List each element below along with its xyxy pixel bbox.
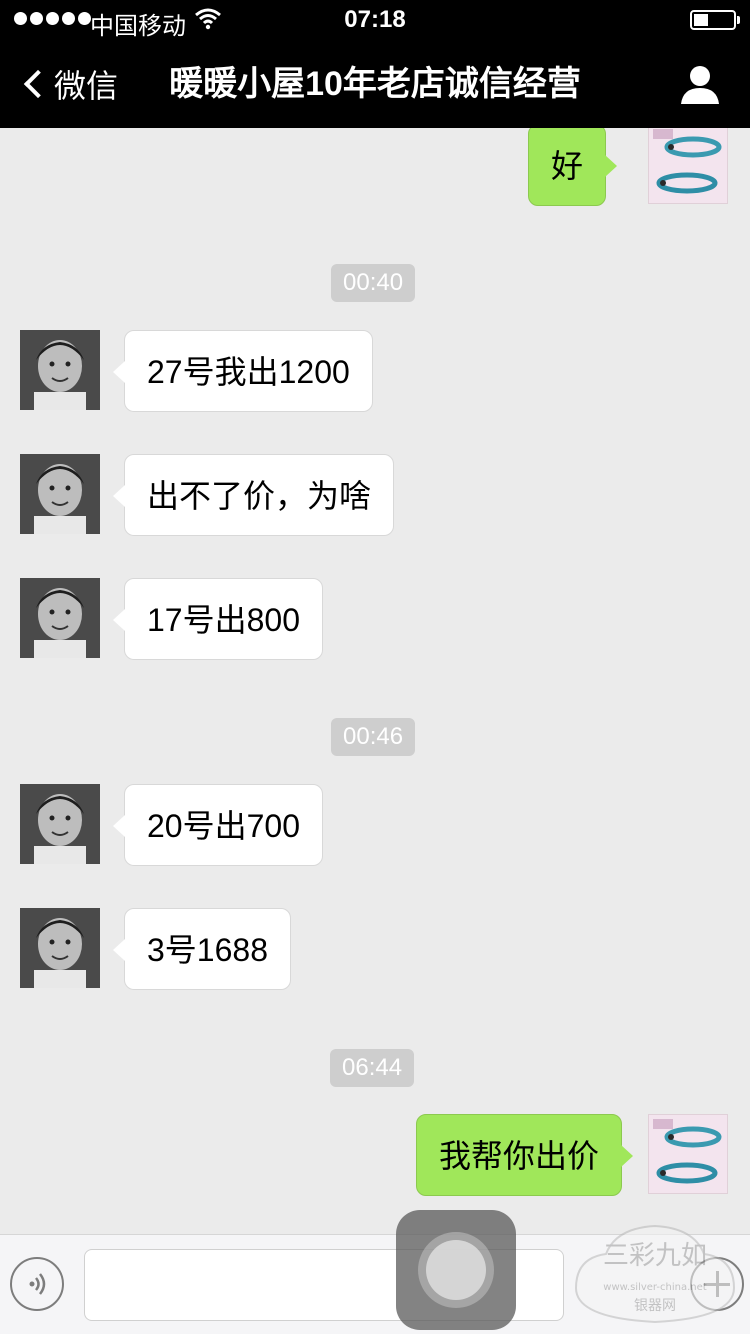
avatar-contact[interactable] bbox=[20, 454, 100, 534]
person-icon[interactable] bbox=[678, 62, 722, 106]
message-bubble-incoming[interactable]: 20号出700 bbox=[113, 784, 323, 866]
watermark-url: www.silver-china.net bbox=[603, 1282, 706, 1293]
avatar-contact[interactable] bbox=[20, 330, 100, 410]
watermark-subtitle: 银器网 bbox=[634, 1298, 676, 1314]
battery-nub bbox=[737, 16, 740, 24]
watermark-logo: 三彩九如 www.silver-china.net 银器网 bbox=[566, 1218, 744, 1326]
watermark-title: 三彩九如 bbox=[603, 1241, 707, 1271]
chat-area[interactable]: 好 00:40 27号我出1200 出不了价，为啥 17号出800 00:46 … bbox=[0, 128, 750, 1234]
back-button[interactable]: 微信 bbox=[18, 62, 118, 106]
message-bubble-incoming[interactable]: 出不了价，为啥 bbox=[112, 454, 395, 536]
avatar-contact[interactable] bbox=[20, 908, 100, 988]
avatar-contact[interactable] bbox=[20, 578, 100, 658]
back-label: 微信 bbox=[54, 68, 119, 104]
avatar-contact[interactable] bbox=[20, 784, 100, 864]
chat-title: 暖暖小屋10年老店诚信经营 bbox=[169, 65, 581, 103]
avatar-self[interactable] bbox=[648, 128, 728, 204]
timestamp: 06:44 bbox=[330, 1049, 415, 1087]
voice-icon[interactable] bbox=[10, 1257, 64, 1311]
message-bubble-incoming[interactable]: 27号我出1200 bbox=[113, 330, 373, 412]
avatar-self[interactable] bbox=[648, 1114, 728, 1194]
message-bubble-outgoing[interactable]: 我帮你出价 bbox=[416, 1114, 634, 1196]
battery-icon bbox=[690, 10, 736, 30]
status-bar: 中国移动 07:18 bbox=[0, 0, 750, 40]
nav-bar: 微信 暖暖小屋10年老店诚信经营 bbox=[0, 40, 750, 128]
message-bubble-incoming[interactable]: 3号1688 bbox=[113, 908, 291, 990]
status-time: 07:18 bbox=[344, 6, 406, 33]
message-bubble-incoming[interactable]: 17号出800 bbox=[113, 578, 323, 660]
timestamp: 00:46 bbox=[331, 718, 416, 756]
timestamp: 00:40 bbox=[331, 264, 416, 302]
message-bubble-outgoing[interactable]: 好 bbox=[528, 128, 618, 206]
chevron-left-icon bbox=[23, 69, 53, 99]
assistive-touch-button[interactable] bbox=[396, 1210, 516, 1330]
